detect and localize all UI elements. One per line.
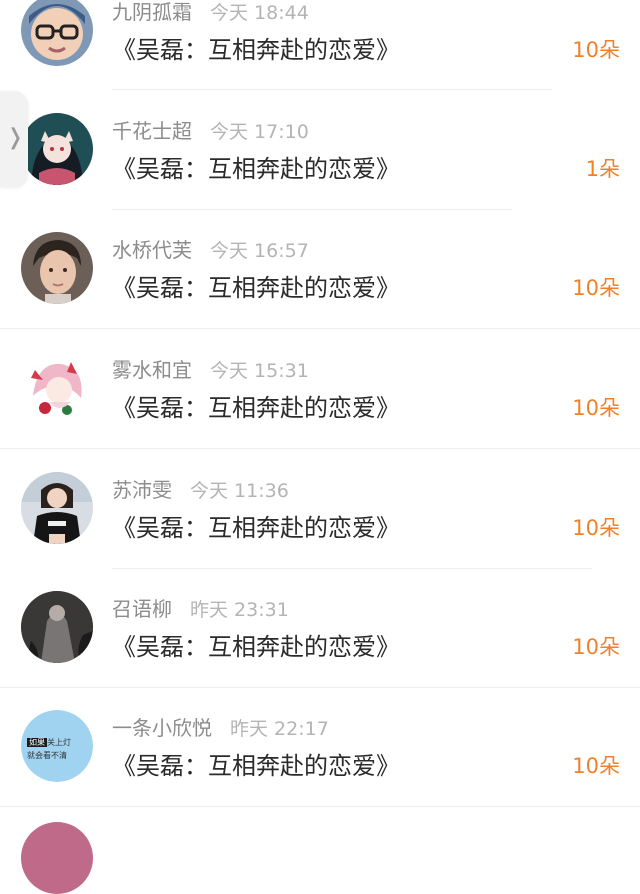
timestamp: 昨天 23:31 (190, 599, 289, 621)
timestamp: 今天 18:44 (210, 2, 309, 24)
timestamp: 昨天 22:17 (230, 718, 329, 740)
comment-title[interactable]: 《吴磊：互相奔赴的恋爱》 (112, 34, 400, 66)
list-item[interactable]: 雾水和宜 今天 15:31 《吴磊：互相奔赴的恋爱》 10朵 (0, 352, 640, 475)
list-item[interactable]: 九阴孤霜 今天 18:44 《吴磊：互相奔赴的恋爱》 10朵 (0, 0, 640, 117)
divider (0, 328, 640, 329)
avatar-text-line: 如果 关上灯 (27, 738, 71, 748)
comment-title[interactable]: 《吴磊：互相奔赴的恋爱》 (112, 631, 400, 663)
username[interactable]: 水桥代芙 (112, 238, 192, 262)
username[interactable]: 雾水和宜 (112, 358, 192, 382)
comment-list: 九阴孤霜 今天 18:44 《吴磊：互相奔赴的恋爱》 10朵 千花士超 今天 17:… (0, 0, 640, 894)
list-item[interactable]: 如果 关上灯 就会看不清 一条小欣悦 昨天 22:17 《吴磊：互相奔赴的恋爱》 1… (0, 710, 640, 833)
avatar-text-bubble-icon: 如果 关上灯 就会看不清 (21, 710, 93, 782)
comment-title[interactable]: 《吴磊：互相奔赴的恋爱》 (112, 272, 400, 304)
gift-count: 10朵 (572, 516, 620, 540)
comment-meta: 苏沛雯 今天 11:36 (112, 476, 289, 504)
divider (112, 209, 512, 210)
avatar-boy-with-glasses-icon (21, 0, 93, 66)
avatar-text-line: 就会看不清 (27, 751, 67, 761)
avatar-text-tag: 如果 (27, 738, 47, 747)
list-item[interactable]: 水桥代芙 今天 16:57 《吴磊：互相奔赴的恋爱》 10朵 (0, 232, 640, 355)
divider (112, 568, 592, 569)
timestamp: 今天 17:10 (210, 121, 309, 143)
avatar-anime-girl-pink-hair-icon (21, 352, 93, 424)
avatar-girl-black-tshirt-icon (21, 472, 93, 544)
avatar-dark-figure-icon (21, 591, 93, 663)
avatar[interactable] (21, 822, 93, 894)
list-item[interactable]: 苏沛雯 今天 11:36 《吴磊：互相奔赴的恋爱》 10朵 (0, 472, 640, 595)
timestamp: 今天 11:36 (190, 480, 289, 502)
avatar[interactable]: 如果 关上灯 就会看不清 (21, 710, 93, 782)
comment-meta: 九阴孤霜 今天 18:44 (112, 0, 309, 26)
username[interactable]: 苏沛雯 (112, 478, 172, 502)
comment-title[interactable]: 《吴磊：互相奔赴的恋爱》 (112, 153, 400, 185)
gift-count: 1朵 (585, 157, 620, 181)
side-collapse-handle[interactable]: ❭ (0, 91, 28, 187)
gift-count: 10朵 (572, 396, 620, 420)
list-item[interactable]: 千花士超 今天 17:10 《吴磊：互相奔赴的恋爱》 1朵 (0, 113, 640, 236)
divider (112, 89, 552, 90)
comment-meta: 一条小欣悦 昨天 22:17 (112, 714, 329, 742)
avatar-anime-girl-fox-mask-icon (21, 113, 93, 185)
comment-title[interactable]: 《吴磊：互相奔赴的恋爱》 (112, 750, 400, 782)
username[interactable]: 九阴孤霜 (112, 0, 192, 24)
gift-count: 10朵 (572, 635, 620, 659)
username[interactable]: 千花士超 (112, 119, 192, 143)
avatar[interactable] (21, 352, 93, 424)
gift-count: 10朵 (572, 38, 620, 62)
username[interactable]: 一条小欣悦 (112, 716, 212, 740)
avatar[interactable] (21, 472, 93, 544)
chevron-right-icon: ❭ (6, 125, 25, 150)
timestamp: 今天 16:57 (210, 240, 309, 262)
comment-meta: 召语柳 昨天 23:31 (112, 595, 289, 623)
avatar[interactable] (21, 591, 93, 663)
avatar-young-man-icon (21, 232, 93, 304)
avatar-text-line1: 关上灯 (47, 738, 71, 747)
comment-meta: 千花士超 今天 17:10 (112, 117, 309, 145)
avatar[interactable] (21, 232, 93, 304)
gift-count: 10朵 (572, 754, 620, 778)
divider (0, 448, 640, 449)
gift-count: 10朵 (572, 276, 620, 300)
avatar-text-line2: 就会看不清 (27, 751, 67, 760)
list-item[interactable]: 召语柳 昨天 23:31 《吴磊：互相奔赴的恋爱》 10朵 (0, 591, 640, 714)
username[interactable]: 召语柳 (112, 597, 172, 621)
comment-title[interactable]: 《吴磊：互相奔赴的恋爱》 (112, 512, 400, 544)
avatar[interactable] (21, 0, 93, 66)
divider (0, 687, 640, 688)
timestamp: 今天 15:31 (210, 360, 309, 382)
comment-meta: 雾水和宜 今天 15:31 (112, 356, 309, 384)
divider (0, 806, 640, 807)
comment-meta: 水桥代芙 今天 16:57 (112, 236, 309, 264)
avatar[interactable] (21, 113, 93, 185)
comment-title[interactable]: 《吴磊：互相奔赴的恋爱》 (112, 392, 400, 424)
